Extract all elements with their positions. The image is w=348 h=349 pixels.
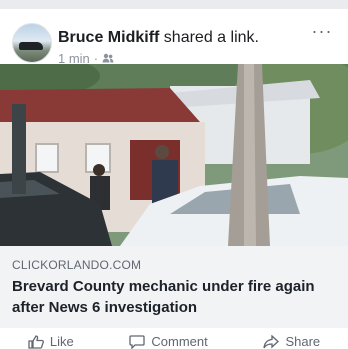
post-action-bar: Like Comment Share: [0, 328, 348, 349]
link-preview-image[interactable]: [0, 64, 348, 246]
comment-button[interactable]: Comment: [129, 334, 208, 349]
post-options-button[interactable]: ···: [310, 21, 334, 41]
link-domain: CLICKORLANDO.COM: [12, 258, 142, 272]
comment-label: Comment: [151, 334, 208, 349]
feed-top-bar: [0, 0, 348, 9]
share-icon: [263, 334, 280, 349]
post-header-line: Bruce Midkiff shared a link.: [58, 29, 259, 47]
share-label: Share: [285, 334, 321, 349]
like-label: Like: [49, 334, 74, 349]
like-button[interactable]: Like: [28, 334, 74, 349]
link-headline[interactable]: Brevard County mechanic under fire again…: [12, 276, 334, 318]
author-avatar[interactable]: [12, 23, 52, 63]
share-button[interactable]: Share: [263, 334, 320, 349]
author-name[interactable]: Bruce Midkiff: [58, 29, 159, 46]
link-preview-footer[interactable]: CLICKORLANDO.COM Brevard County mechanic…: [0, 246, 348, 328]
post-action-text: shared a link.: [163, 29, 259, 46]
comment-icon: [129, 334, 146, 349]
thumbs-up-icon: [28, 334, 44, 349]
